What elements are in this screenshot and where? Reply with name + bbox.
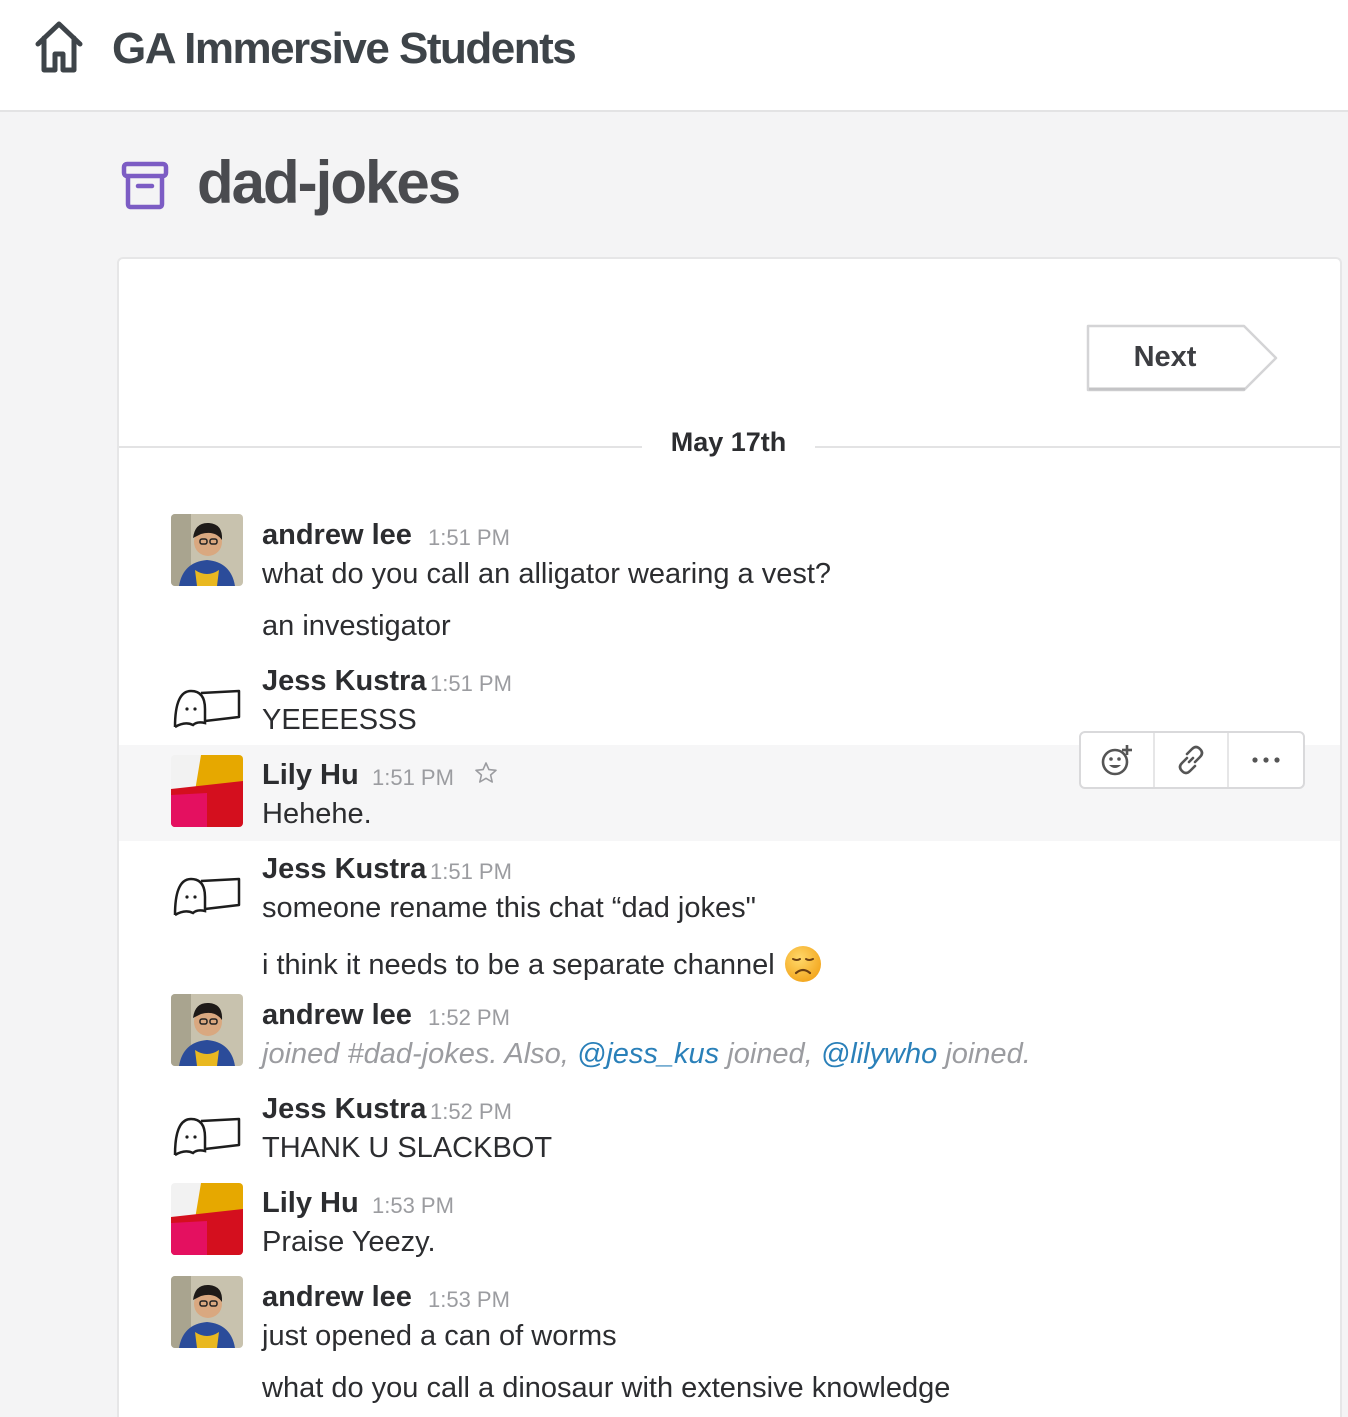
- message-timestamp[interactable]: 1:52 PM: [428, 1005, 510, 1031]
- date-divider-label: May 17th: [642, 427, 815, 458]
- avatar-andrew-lee[interactable]: [171, 1276, 243, 1348]
- next-button[interactable]: Next: [1085, 323, 1279, 393]
- link-icon: [1178, 745, 1204, 775]
- top-bar: GA Immersive Students: [0, 0, 1348, 112]
- avatar-andrew-lee[interactable]: [171, 514, 243, 586]
- copy-link-button[interactable]: [1155, 733, 1229, 787]
- message-text: Praise Yeezy.: [262, 1226, 436, 1258]
- user-mention-link[interactable]: @lilywho: [821, 1038, 937, 1070]
- join-text: joined,: [719, 1038, 821, 1070]
- avatar-jess-kustra[interactable]: [171, 669, 243, 741]
- disappointed-face-icon: [784, 946, 821, 982]
- message-author[interactable]: andrew lee: [262, 1281, 412, 1314]
- message-author[interactable]: Lily Hu: [262, 759, 359, 792]
- message-author[interactable]: andrew lee: [262, 519, 412, 552]
- avatar-andrew-lee[interactable]: [171, 994, 243, 1066]
- message-text: just opened a can of worms: [262, 1320, 617, 1352]
- join-text: joined.: [937, 1038, 1031, 1070]
- avatar-lily-hu[interactable]: [171, 755, 243, 827]
- message-timestamp[interactable]: 1:53 PM: [428, 1287, 510, 1313]
- avatar-jess-kustra[interactable]: [171, 1097, 243, 1169]
- next-label: Next: [1133, 341, 1197, 373]
- message-timestamp[interactable]: 1:51 PM: [430, 671, 512, 697]
- star-icon[interactable]: [474, 761, 498, 785]
- message-text: an investigator: [262, 610, 451, 642]
- more-actions-icon: [1252, 757, 1280, 763]
- message-actions-toolbar: [1079, 731, 1305, 789]
- message-text: what do you call an alligator wearing a …: [262, 558, 832, 590]
- message-text: what do you call a dinosaur with extensi…: [262, 1372, 951, 1404]
- avatar-jess-kustra[interactable]: [171, 857, 243, 929]
- message-author[interactable]: Jess Kustra: [262, 853, 426, 886]
- message-timestamp[interactable]: 1:51 PM: [428, 525, 510, 551]
- archive-icon: [121, 161, 169, 210]
- message-author[interactable]: Jess Kustra: [262, 1093, 426, 1126]
- add-reaction-button[interactable]: [1081, 733, 1155, 787]
- message-text: Hehehe.: [262, 798, 372, 830]
- message-author[interactable]: andrew lee: [262, 999, 412, 1032]
- message-text: THANK U SLACKBOT: [262, 1132, 553, 1164]
- message-author[interactable]: Lily Hu: [262, 1187, 359, 1220]
- message-panel: Next May 17th andrew lee 1:51 PM what do…: [117, 257, 1342, 1417]
- add-reaction-icon: [1101, 745, 1132, 776]
- workspace-title[interactable]: GA Immersive Students: [112, 24, 577, 74]
- message-author[interactable]: Jess Kustra: [262, 665, 426, 698]
- message-text: YEEEESSS: [262, 704, 417, 736]
- home-icon[interactable]: [33, 20, 85, 74]
- more-actions-button[interactable]: [1229, 733, 1303, 787]
- avatar-lily-hu[interactable]: [171, 1183, 243, 1255]
- message-timestamp[interactable]: 1:51 PM: [372, 765, 454, 791]
- message-timestamp[interactable]: 1:52 PM: [430, 1099, 512, 1125]
- message-timestamp[interactable]: 1:53 PM: [372, 1193, 454, 1219]
- message-text: i think it needs to be a separate channe…: [262, 944, 823, 984]
- message-text: someone rename this chat “dad jokes": [262, 892, 756, 924]
- message-text-content: i think it needs to be a separate channe…: [262, 949, 775, 981]
- channel-title: dad-jokes: [197, 149, 461, 216]
- join-text: joined #dad-jokes. Also,: [262, 1038, 577, 1070]
- join-message-text: joined #dad-jokes. Also, @jess_kus joine…: [262, 1038, 1031, 1071]
- user-mention-link[interactable]: @jess_kus: [577, 1038, 719, 1070]
- message-timestamp[interactable]: 1:51 PM: [430, 859, 512, 885]
